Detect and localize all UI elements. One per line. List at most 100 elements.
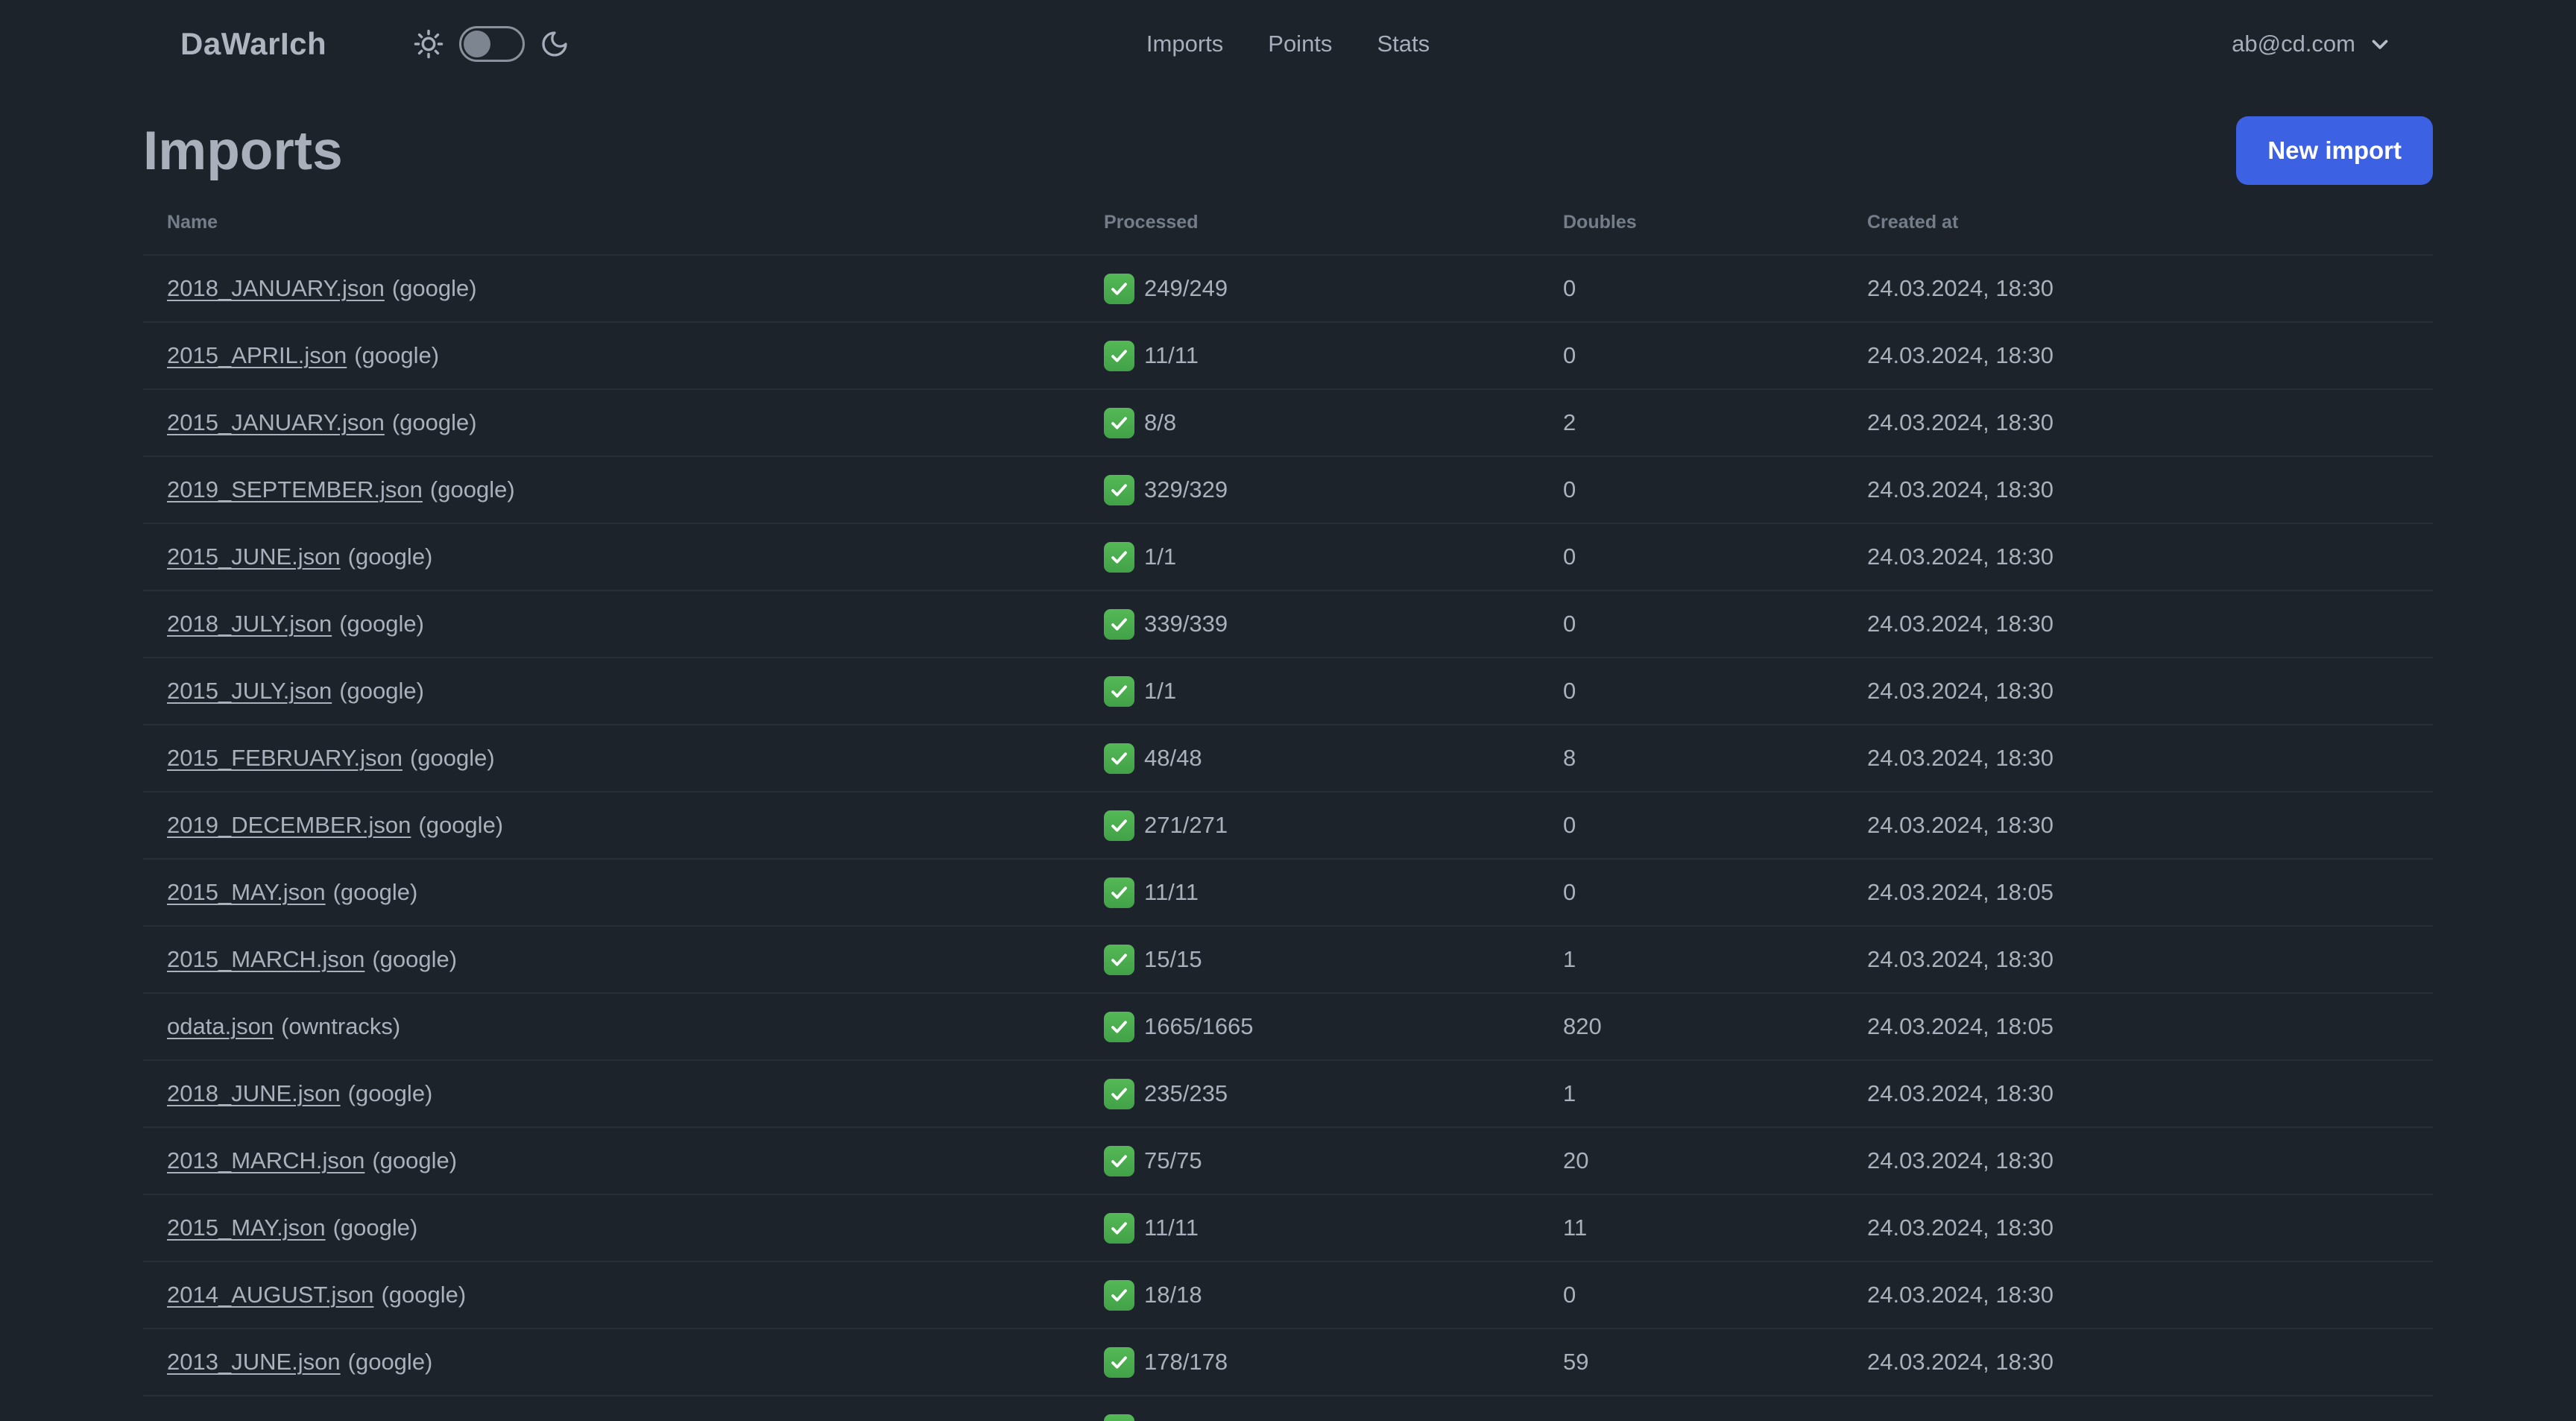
success-check-icon bbox=[1104, 541, 1134, 573]
doubles-count: 0 bbox=[1563, 678, 1576, 704]
import-file-link[interactable]: 2015_JANUARY.json bbox=[167, 409, 385, 435]
name-cell: 2018_JUNE.json (google) bbox=[143, 1059, 1080, 1127]
processed-count: 11/11 bbox=[1144, 1214, 1199, 1241]
import-file-link[interactable]: 2015_JULY.json bbox=[167, 678, 332, 704]
import-file-link[interactable]: odata.json bbox=[167, 1013, 274, 1039]
created-at-cell: 24.03.2024, 18:30 bbox=[1843, 1261, 2433, 1329]
success-check-icon bbox=[1104, 1078, 1134, 1109]
import-file-link[interactable]: 2014_AUGUST.json bbox=[167, 1282, 373, 1308]
doubles-count: 0 bbox=[1563, 812, 1576, 838]
doubles-count: 0 bbox=[1563, 611, 1576, 637]
nav-item-imports[interactable]: Imports bbox=[1146, 31, 1223, 57]
moon-icon bbox=[540, 29, 569, 59]
created-at-cell: 24.03.2024, 18:30 bbox=[1843, 1328, 2433, 1396]
success-check-icon bbox=[1104, 608, 1134, 640]
created-at-value: 24.03.2024, 18:30 bbox=[1867, 812, 2053, 838]
import-source-label: (google) bbox=[418, 812, 504, 838]
created-at-value: 24.03.2024, 18:30 bbox=[1867, 476, 2053, 502]
import-file-link[interactable]: 2015_APRIL.json bbox=[167, 342, 347, 368]
processed-cell: 249/249 bbox=[1080, 254, 1539, 322]
created-at-value: 24.03.2024, 18:30 bbox=[1867, 342, 2053, 368]
processed-cell: 18/18 bbox=[1080, 1261, 1539, 1329]
created-at-value: 24.03.2024, 18:30 bbox=[1867, 1349, 2053, 1375]
created-at-cell: 24.03.2024, 18:30 bbox=[1843, 1059, 2433, 1127]
processed-count: 75/75 bbox=[1144, 1147, 1202, 1173]
created-at-cell: 24.03.2024, 18:30 bbox=[1843, 254, 2433, 322]
table-row: 2015_MARCH.json (google) 15/15 1 24.03.20… bbox=[143, 925, 2433, 993]
import-source-label: (google) bbox=[354, 342, 440, 368]
processed-cell: 339/339 bbox=[1080, 590, 1539, 658]
import-file-link[interactable]: 2013_JUNE.json bbox=[167, 1349, 341, 1375]
table-row: 2015_FEBRUARY.json (google) 48/48 8 24.03… bbox=[143, 724, 2433, 792]
account-email: ab@cd.com bbox=[2232, 31, 2355, 57]
created-at-value: 24.03.2024, 18:30 bbox=[1867, 611, 2053, 637]
table-row: 2014_AUGUST.json (google) 18/18 0 24.03.2… bbox=[143, 1261, 2433, 1329]
doubles-cell: 0 bbox=[1539, 858, 1843, 926]
table-row: 2015_JANUARY.json (google) 8/8 2 24.03.20… bbox=[143, 388, 2433, 456]
success-check-icon bbox=[1104, 1346, 1134, 1378]
new-import-button[interactable]: New import bbox=[2236, 116, 2433, 185]
import-source-label: (google) bbox=[347, 1349, 433, 1375]
import-file-link[interactable]: 2018_JUNE.json bbox=[167, 1080, 341, 1106]
table-row: 2015_MAY.json (google) 11/11 0 24.03.2024… bbox=[143, 858, 2433, 926]
imports-table-body: 2018_JANUARY.json (google) 249/249 0 24.0… bbox=[143, 254, 2433, 1421]
doubles-count: 1 bbox=[1563, 946, 1576, 972]
import-file-link[interactable]: 2019_DECEMBER.json bbox=[167, 812, 411, 838]
doubles-cell bbox=[1539, 1395, 1843, 1421]
account-menu[interactable]: ab@cd.com bbox=[2232, 31, 2393, 57]
name-cell: 2014_AUGUST.json (google) bbox=[143, 1261, 1080, 1329]
doubles-cell: 59 bbox=[1539, 1328, 1843, 1396]
import-file-link[interactable]: 2015_MAY.json bbox=[167, 879, 326, 905]
processed-count: 329/329 bbox=[1144, 476, 1228, 502]
doubles-count: 0 bbox=[1563, 476, 1576, 502]
processed-count: 178/178 bbox=[1144, 1349, 1228, 1375]
sun-icon bbox=[413, 28, 444, 60]
processed-cell: 329/329 bbox=[1080, 456, 1539, 523]
import-file-link[interactable]: 2015_JUNE.json bbox=[167, 543, 341, 570]
import-file-link[interactable]: 2015_MAY.json bbox=[167, 1214, 326, 1241]
import-source-label: (google) bbox=[347, 1080, 433, 1106]
import-file-link[interactable]: 2013_MARCH.json bbox=[167, 1147, 364, 1173]
name-cell: 2015_MAY.json (google) bbox=[143, 858, 1080, 926]
created-at-value: 24.03.2024, 18:05 bbox=[1867, 1013, 2053, 1039]
name-cell: 2015_MARCH.json (google) bbox=[143, 925, 1080, 993]
table-row: 2018_JUNE.json (google) 235/235 1 24.03.2… bbox=[143, 1059, 2433, 1127]
doubles-cell: 0 bbox=[1539, 321, 1843, 389]
processed-cell: 271/271 bbox=[1080, 791, 1539, 859]
import-source-label: (google) bbox=[381, 1282, 467, 1308]
table-row: 2019_DECEMBER.json (google) 271/271 0 24.… bbox=[143, 791, 2433, 859]
processed-count: 15/15 bbox=[1144, 946, 1202, 972]
import-file-link[interactable]: 2015_FEBRUARY.json bbox=[167, 745, 402, 771]
created-at-value: 24.03.2024, 18:30 bbox=[1867, 678, 2053, 704]
processed-count: 235/235 bbox=[1144, 1080, 1228, 1106]
app-logo[interactable]: DaWarIch bbox=[180, 26, 326, 62]
column-header-created-at: Created at bbox=[1867, 212, 1959, 233]
processed-count: 339/339 bbox=[1144, 611, 1228, 637]
processed-count: 1665/1665 bbox=[1144, 1013, 1254, 1039]
doubles-count: 1 bbox=[1563, 1080, 1576, 1106]
name-cell: 2018_JULY.json (google) bbox=[143, 590, 1080, 658]
import-file-link[interactable]: 2018_JANUARY.json bbox=[167, 275, 385, 301]
doubles-cell: 0 bbox=[1539, 254, 1843, 322]
created-at-cell: 24.03.2024, 18:30 bbox=[1843, 523, 2433, 590]
success-check-icon bbox=[1104, 273, 1134, 304]
import-file-link[interactable]: 2018_JULY.json bbox=[167, 611, 332, 637]
name-cell bbox=[143, 1395, 1080, 1421]
processed-cell: 178/178 bbox=[1080, 1328, 1539, 1396]
success-check-icon bbox=[1104, 743, 1134, 774]
theme-toggle-switch[interactable] bbox=[459, 26, 525, 62]
created-at-cell bbox=[1843, 1395, 2433, 1421]
created-at-cell: 24.03.2024, 18:30 bbox=[1843, 925, 2433, 993]
nav-item-stats[interactable]: Stats bbox=[1377, 31, 1430, 57]
name-cell: 2015_APRIL.json (google) bbox=[143, 321, 1080, 389]
processed-cell: 235/235 bbox=[1080, 1059, 1539, 1127]
doubles-count: 820 bbox=[1563, 1013, 1602, 1039]
import-file-link[interactable]: 2019_SEPTEMBER.json bbox=[167, 476, 423, 502]
doubles-count: 11 bbox=[1563, 1214, 1588, 1241]
import-file-link[interactable]: 2015_MARCH.json bbox=[167, 946, 364, 972]
table-row: 2018_JANUARY.json (google) 249/249 0 24.0… bbox=[143, 254, 2433, 322]
name-cell: 2019_DECEMBER.json (google) bbox=[143, 791, 1080, 859]
success-check-icon bbox=[1104, 810, 1134, 841]
nav-item-points[interactable]: Points bbox=[1268, 31, 1332, 57]
doubles-cell: 0 bbox=[1539, 523, 1843, 590]
